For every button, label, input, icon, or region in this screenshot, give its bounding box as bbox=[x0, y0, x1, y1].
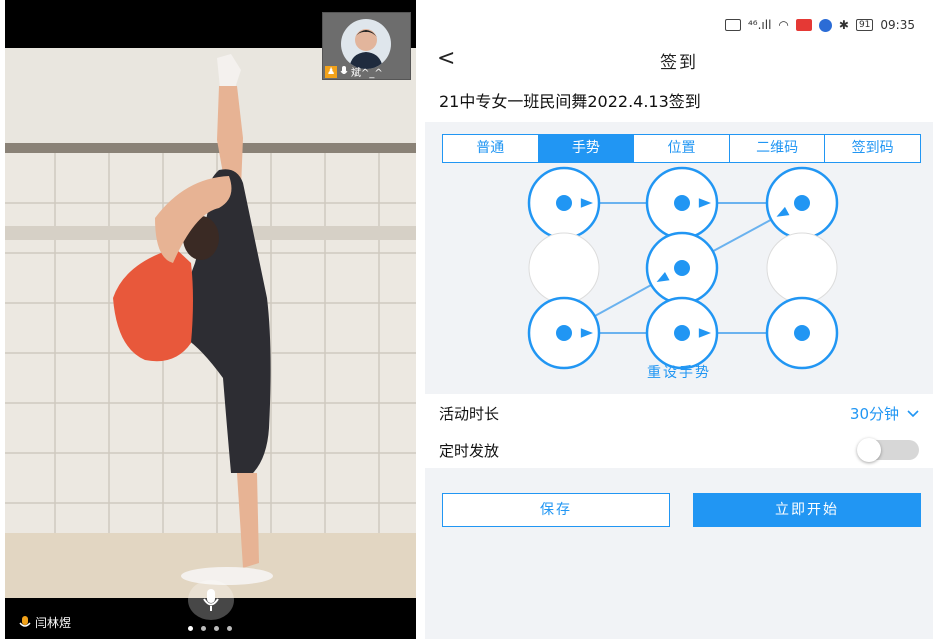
duration-label: 活动时长 bbox=[439, 405, 500, 423]
microphone-icon bbox=[203, 589, 219, 611]
page-dot[interactable] bbox=[188, 626, 193, 631]
host-badge-icon: ♟ bbox=[325, 65, 337, 78]
remote-participant-tile[interactable]: ♟ 斌^_^ bbox=[322, 12, 411, 80]
status-bar: ⁴⁶.ıll ◠ ✱ 91 09:35 bbox=[724, 18, 915, 32]
duration-value[interactable]: 30分钟 bbox=[850, 403, 919, 424]
gesture-node-4[interactable] bbox=[528, 232, 600, 304]
self-participant-label: 闫林煜 bbox=[19, 614, 71, 631]
gesture-node-7[interactable] bbox=[527, 296, 601, 370]
save-button[interactable]: 保存 bbox=[442, 493, 670, 527]
navigation-bar: < 签到 bbox=[425, 44, 933, 78]
notification-icon bbox=[795, 19, 812, 31]
activity-title: 21中专女一班民间舞2022.4.13签到 bbox=[439, 92, 701, 111]
scheduled-release-toggle[interactable] bbox=[857, 438, 919, 462]
activity-duration-row[interactable]: 活动时长 30分钟 bbox=[425, 394, 933, 432]
speaking-microphone-icon bbox=[19, 615, 31, 627]
microphone-toggle-button[interactable] bbox=[188, 580, 234, 620]
timer-label: 定时发放 bbox=[439, 442, 500, 460]
tab-gesture[interactable]: 手势 bbox=[537, 135, 634, 162]
hd-icon bbox=[724, 19, 741, 31]
tab-checkin-code[interactable]: 签到码 bbox=[824, 135, 920, 162]
bluetooth-icon: ✱ bbox=[838, 18, 849, 32]
reset-gesture-link[interactable]: 重设手势 bbox=[425, 362, 933, 382]
remote-avatar bbox=[341, 19, 391, 69]
action-area: 保存 立即开始 bbox=[425, 468, 933, 639]
page-dot[interactable] bbox=[214, 626, 219, 631]
dancer-video-frame bbox=[5, 48, 416, 598]
tab-location[interactable]: 位置 bbox=[633, 135, 729, 162]
video-call-view: ♟ 斌^_^ 闫林煜 bbox=[5, 0, 416, 639]
gesture-node-2[interactable] bbox=[645, 166, 719, 240]
gesture-node-5[interactable] bbox=[645, 231, 719, 305]
page-title: 签到 bbox=[660, 53, 698, 73]
toggle-knob bbox=[857, 438, 881, 462]
remote-info-bar: ♟ 斌^_^ bbox=[323, 64, 412, 79]
duration-text: 30分钟 bbox=[849, 405, 899, 423]
page-indicator[interactable] bbox=[188, 626, 232, 631]
app-icon bbox=[818, 18, 832, 32]
checkin-method-panel: 普通 手势 位置 二维码 签到码 重设手势 bbox=[425, 122, 933, 394]
tab-qr-code[interactable]: 二维码 bbox=[728, 135, 825, 162]
checkin-type-tabs: 普通 手势 位置 二维码 签到码 bbox=[442, 134, 921, 163]
gesture-node-6[interactable] bbox=[766, 232, 838, 304]
microphone-icon bbox=[340, 66, 348, 74]
clock: 09:35 bbox=[880, 18, 915, 32]
chevron-down-icon bbox=[907, 409, 919, 417]
remote-participant-name: 斌^_^ bbox=[351, 68, 383, 79]
gesture-node-3[interactable] bbox=[765, 166, 839, 240]
self-participant-name: 闫林煜 bbox=[35, 616, 72, 630]
gesture-node-1[interactable] bbox=[527, 166, 601, 240]
gesture-node-8[interactable] bbox=[645, 296, 719, 370]
start-now-button[interactable]: 立即开始 bbox=[693, 493, 921, 527]
signal-icon: ⁴⁶.ıll bbox=[747, 18, 772, 32]
scheduled-release-row: 定时发放 bbox=[425, 431, 933, 469]
battery-icon: 91 bbox=[855, 19, 874, 31]
gesture-node-9[interactable] bbox=[765, 296, 839, 370]
page-dot[interactable] bbox=[227, 626, 232, 631]
gesture-pattern-grid[interactable] bbox=[425, 162, 933, 394]
page-dot[interactable] bbox=[201, 626, 206, 631]
wifi-icon: ◠ bbox=[778, 18, 789, 32]
phone-screen: ⁴⁶.ıll ◠ ✱ 91 09:35 < 签到 21中专女一班民间舞2022.… bbox=[425, 0, 933, 639]
tab-normal[interactable]: 普通 bbox=[443, 135, 538, 162]
